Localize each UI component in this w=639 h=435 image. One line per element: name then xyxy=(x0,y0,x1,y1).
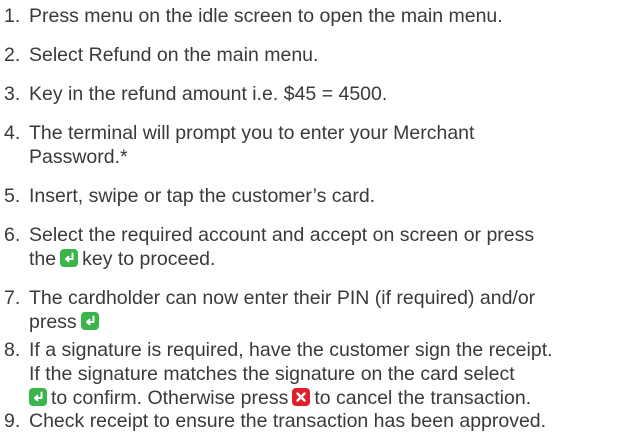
step-number: 3. xyxy=(4,83,21,105)
step-3: 3. Key in the refund amount i.e. $45 = 4… xyxy=(4,82,636,106)
step-text: The terminal will prompt you to enter yo… xyxy=(29,121,636,169)
step-text: Check receipt to ensure the transaction … xyxy=(29,410,547,432)
step-text: Select Refund on the main menu. xyxy=(29,44,319,66)
step-text: Press menu on the idle screen to open th… xyxy=(29,5,503,27)
step-text-line: Password.* xyxy=(29,146,128,168)
step-text: Key in the refund amount i.e. $45 = 4500… xyxy=(29,83,388,105)
step-text: The cardholder can now enter their PIN (… xyxy=(29,286,636,334)
step-2: 2. Select Refund on the main menu. xyxy=(4,43,636,67)
step-text-fragment: the xyxy=(29,248,57,270)
step-8: 8. If a signature is required, have the … xyxy=(4,338,636,410)
step-text-line: If a signature is required, have the cus… xyxy=(29,339,553,361)
step-text: Select the required account and accept o… xyxy=(29,223,636,271)
step-7: 7. The cardholder can now enter their PI… xyxy=(4,286,636,334)
step-number: 6. xyxy=(4,224,21,246)
step-text-fragment: key to proceed. xyxy=(82,248,216,270)
step-text: If a signature is required, have the cus… xyxy=(29,338,636,410)
step-number: 7. xyxy=(4,287,21,309)
step-number: 8. xyxy=(4,339,21,361)
step-text-line: If the signature matches the signature o… xyxy=(29,363,515,385)
step-number: 5. xyxy=(4,185,21,207)
cancel-key-icon xyxy=(292,388,311,406)
step-number: 2. xyxy=(4,44,21,66)
step-6: 6. Select the required account and accep… xyxy=(4,223,636,271)
step-number: 4. xyxy=(4,122,21,144)
step-4: 4. The terminal will prompt you to enter… xyxy=(4,121,636,169)
enter-key-icon xyxy=(29,388,47,406)
step-number: 1. xyxy=(4,5,21,27)
step-text-fragment: to cancel the transaction. xyxy=(314,387,532,409)
step-9: 9. Check receipt to ensure the transacti… xyxy=(4,409,636,433)
step-text-line: The cardholder can now enter their PIN (… xyxy=(29,287,536,309)
step-text: Insert, swipe or tap the customer’s card… xyxy=(29,185,376,207)
step-number: 9. xyxy=(4,410,21,432)
step-text-fragment: to confirm. Otherwise press xyxy=(51,387,289,409)
step-1: 1. Press menu on the idle screen to open… xyxy=(4,4,636,28)
step-text-fragment: press xyxy=(29,311,77,333)
enter-key-icon xyxy=(60,249,79,267)
step-5: 5. Insert, swipe or tap the customer’s c… xyxy=(4,184,636,208)
enter-key-icon xyxy=(80,312,99,330)
step-text-line: The terminal will prompt you to enter yo… xyxy=(29,122,475,144)
step-text-line: Select the required account and accept o… xyxy=(29,224,535,246)
